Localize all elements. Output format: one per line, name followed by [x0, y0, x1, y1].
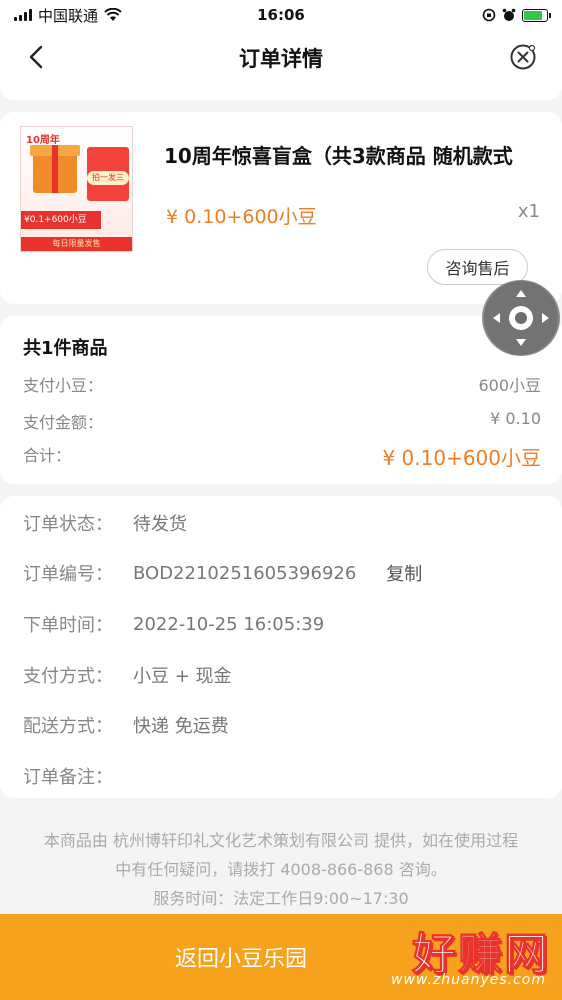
signal-icon [14, 9, 32, 21]
watermark-url: www.zhuanyes.com [391, 972, 546, 988]
nav-divider [0, 86, 562, 100]
nav-bar: 订单详情 [0, 30, 562, 86]
info-label: 订单备注： [23, 767, 113, 788]
return-button-label: 返回小豆乐园 [174, 947, 307, 972]
alarm-icon [502, 8, 516, 21]
order-note-row: 订单备注： [23, 763, 133, 789]
item-count-heading: 共1件商品 [23, 338, 108, 359]
carrier-label: 中国联通 [38, 6, 99, 25]
thumb-logo: 10周年 [26, 135, 60, 146]
order-number-row: 订单编号： BOD2210251605396926 复制 [23, 560, 422, 586]
floating-joystick-icon[interactable] [482, 280, 560, 356]
page-title: 订单详情 [239, 47, 323, 71]
summary-label: 支付小豆： [23, 376, 104, 395]
order-status-value: 待发货 [133, 514, 187, 535]
summary-label: 支付金额： [23, 413, 104, 432]
site-watermark: 好赚网 www.zhuanyes.com [350, 918, 550, 996]
status-right [482, 8, 551, 22]
battery-fill [524, 10, 543, 20]
delivery-method-value: 快递 免运费 [133, 716, 229, 737]
thumb-tag-button: 拍一发三 [87, 171, 129, 185]
info-label: 订单状态： [23, 514, 113, 535]
product-title[interactable]: 10周年惊喜盲盒（共3款商品 随机款式 [164, 140, 562, 169]
copy-button[interactable]: 复制 [386, 560, 422, 586]
summary-total-value: ¥ 0.10+600小豆 [382, 446, 541, 470]
gift-box-image [30, 145, 80, 193]
status-left: 中国联通 [14, 5, 122, 26]
footer-line: 中有任何疑问，请拨打 4008-866-868 咨询。 [115, 860, 447, 879]
order-time-row: 下单时间： 2022-10-25 16:05:39 [23, 611, 324, 637]
thumb-price-strip: ¥0.1+600小豆 [21, 211, 101, 229]
product-price: ¥ 0.10+600小豆 [166, 206, 317, 228]
close-miniprogram-icon[interactable] [508, 42, 538, 72]
info-label: 支付方式： [23, 666, 113, 687]
info-label: 订单编号： [23, 564, 113, 585]
delivery-method-row: 配送方式： 快递 免运费 [23, 712, 229, 738]
after-sales-button[interactable]: 咨询售后 [427, 249, 528, 285]
info-label: 配送方式： [23, 716, 113, 737]
payment-method-value: 小豆 + 现金 [133, 666, 232, 687]
product-thumbnail[interactable]: 10周年 拍一发三 ¥0.1+600小豆 每日限量发售 [20, 126, 133, 252]
footer-line: 服务时间：法定工作日9:00~17:30 [153, 889, 409, 908]
summary-label: 合计： [23, 446, 72, 465]
battery-icon [522, 8, 551, 22]
summary-value: ¥ 0.10 [490, 409, 541, 428]
summary-row-beans: 支付小豆： 600小豆 [23, 372, 541, 396]
payment-summary-card: 共1件商品 支付小豆： 600小豆 支付金额： ¥ 0.10 合计： ¥ 0.1… [0, 316, 562, 484]
product-card[interactable]: 10周年 拍一发三 ¥0.1+600小豆 每日限量发售 10周年惊喜盲盒（共3款… [0, 112, 562, 304]
footer-line: 本商品由 杭州博轩印礼文化艺术策划有限公司 提供，如在使用过程 [43, 831, 519, 850]
back-arrow-icon[interactable] [22, 42, 52, 72]
product-quantity: x1 [517, 201, 540, 222]
order-time-value: 2022-10-25 16:05:39 [133, 613, 325, 635]
summary-value: 600小豆 [478, 376, 541, 395]
payment-method-row: 支付方式： 小豆 + 现金 [23, 662, 232, 688]
order-status-row: 订单状态： 待发货 [23, 510, 187, 536]
wifi-icon [104, 8, 122, 21]
order-info-card: 订单状态： 待发货 订单编号： BOD2210251605396926 复制 下… [0, 496, 562, 798]
orientation-lock-icon [482, 8, 496, 22]
merchant-footer-note: 本商品由 杭州博轩印礼文化艺术策划有限公司 提供，如在使用过程 中有任何疑问，请… [0, 826, 562, 913]
info-label: 下单时间： [23, 615, 113, 636]
order-number-value: BOD2210251605396926 [133, 562, 357, 584]
summary-row-amount: 支付金额： ¥ 0.10 [23, 409, 541, 433]
summary-row-total: 合计： ¥ 0.10+600小豆 [23, 442, 541, 471]
clock: 16:06 [257, 6, 305, 24]
status-bar: 中国联通 16:06 [0, 0, 562, 30]
thumb-bottom-strip: 每日限量发售 [21, 237, 132, 251]
